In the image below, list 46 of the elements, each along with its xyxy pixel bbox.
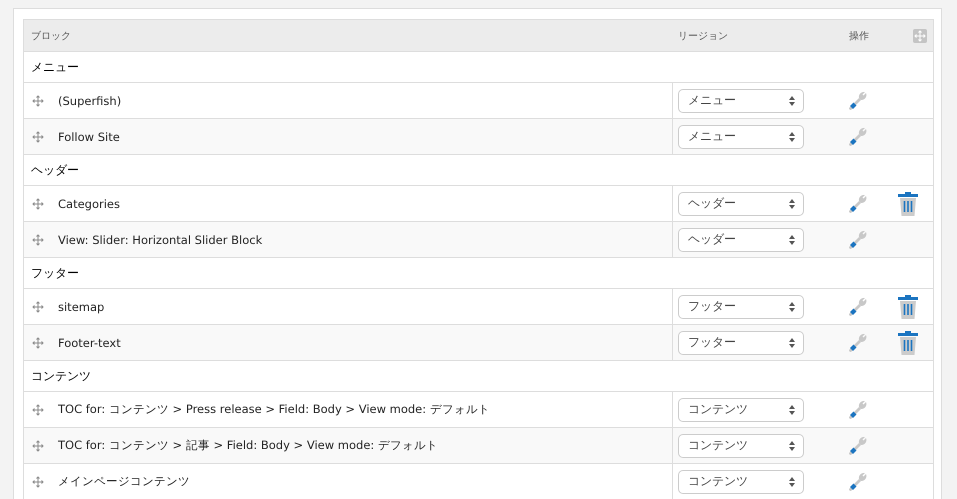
region-heading: メニュー [31,58,79,76]
sort-arrows-icon [789,96,795,106]
drag-handle-icon[interactable] [32,404,44,416]
block-title: sitemap [58,300,104,314]
sort-arrows-icon [789,338,795,348]
region-select[interactable]: ヘッダー [678,192,804,216]
sort-arrows-icon [789,302,795,312]
region-select[interactable]: メニュー [678,124,804,148]
sort-arrows-icon [789,132,795,142]
block-title: TOC for: コンテンツ > 記事 > Field: Body > View mode: デフォルト [58,438,438,453]
region-select[interactable]: コンテンツ [678,470,804,494]
column-header: 操作 [848,30,870,42]
sort-arrows-icon [789,440,795,450]
region-select[interactable]: フッター [678,330,804,354]
sort-arrows-icon [789,198,795,208]
region-select[interactable]: メニュー [678,88,804,112]
block-title: Categories [58,196,120,210]
drag-handle-icon[interactable] [32,440,44,452]
drag-handle-icon[interactable] [32,130,44,142]
column-header: ブロック [30,30,72,42]
block-title: View: Slider: Horizontal Slider Block [58,232,262,246]
block-title: メインページコンテンツ [58,474,190,489]
region-heading: コンテンツ [31,368,91,384]
drag-handle-icon[interactable] [32,94,44,106]
block-title: Follow Site [58,130,120,144]
sort-arrows-icon [789,234,795,244]
sort-arrows-icon [789,476,795,486]
region-select[interactable]: ヘッダー [678,228,804,252]
drag-handle-icon[interactable] [32,336,44,348]
region-heading: ヘッダー [31,162,79,178]
delete-icon[interactable] [898,330,918,354]
region-heading: フッター [31,264,79,282]
delete-icon[interactable] [898,294,918,318]
drag-handle-icon[interactable] [32,198,44,210]
delete-icon[interactable] [898,192,918,216]
block-title: (Superfish) [58,94,122,108]
region-select[interactable]: フッター [678,294,804,318]
block-title: TOC for: コンテンツ > Press release > Field: Body > View mode: デフォルト [58,402,490,417]
column-header: リージョン [677,30,729,42]
region-select[interactable]: コンテンツ [678,434,804,458]
block-title: Footer-text [58,336,121,350]
drag-handle-icon[interactable] [32,234,44,246]
sort-arrows-icon [789,404,795,414]
drag-handle-icon[interactable] [32,476,44,488]
drag-handle-icon[interactable] [32,300,44,312]
region-select[interactable]: コンテンツ [678,398,804,422]
